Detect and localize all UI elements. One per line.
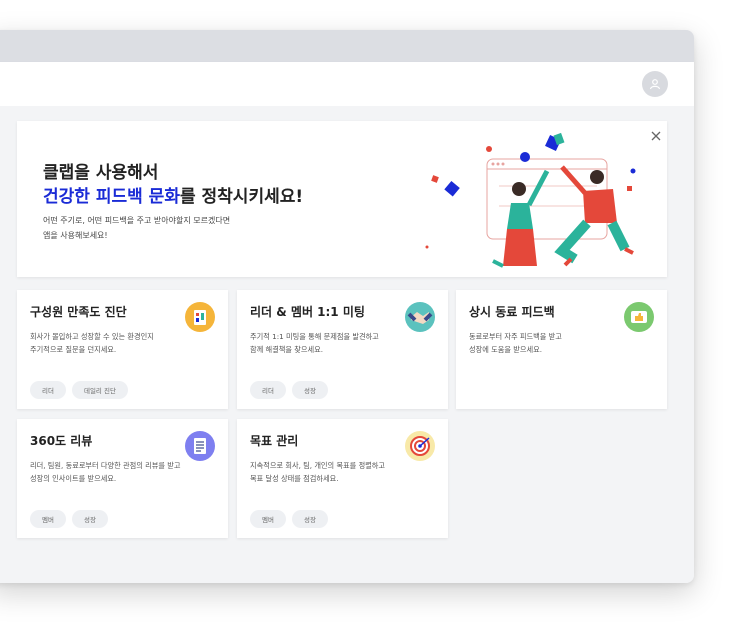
card-desc-line2: 성장에 도움을 받으세요. [469,345,542,354]
tag: 멤버 [30,510,66,528]
celebration-illustration [425,132,636,268]
banner-description: 어떤 주기로, 어떤 피드백을 주고 받아야할지 모르겠다면 앱을 사용해보세요… [43,213,263,243]
banner-title-highlight: 건강한 피드백 문화 [43,187,180,207]
handshake-icon [405,302,435,332]
tag-list: 리더 성장 [250,381,328,399]
card-desc-line1: 주기적 1:1 미팅을 통해 문제점을 발견하고 [250,332,379,341]
card-360-review[interactable]: 360도 리뷰 리더, 팀원, 동료로부터 다양한 관점의 리뷰를 받고 성장의… [17,419,228,538]
card-desc-line1: 동료로부터 자주 피드백을 받고 [469,332,562,341]
card-desc-line2: 함께 해결책을 찾으세요. [250,345,323,354]
tag: 성장 [71,510,108,528]
app-header [0,62,694,106]
tag: 리더 [30,381,66,399]
card-description: 지속적으로 회사, 팀, 개인의 목표를 정렬하고 목표 달성 상태를 점검하세… [250,459,435,485]
banner-title-line1: 클랩을 사용해서 [43,163,159,183]
card-title: 목표 관리 [250,434,299,448]
user-icon [649,79,661,90]
card-title: 360도 리뷰 [30,434,93,448]
promo-banner: 클랩을 사용해서 건강한 피드백 문화를 정착시키세요! 어떤 주기로, 어떤 … [17,121,667,277]
card-peer-feedback[interactable]: 상시 동료 피드백 동료로부터 자주 피드백을 받고 성장에 도움을 받으세요. [456,290,667,409]
banner-desc-line2: 앱을 사용해보세요! [43,231,108,240]
tag: 성장 [291,510,328,528]
banner-title: 클랩을 사용해서 건강한 피드백 문화를 정착시키세요! [43,161,303,209]
card-desc-line1: 회사가 몰입하고 성장할 수 있는 환경인지 [30,332,154,341]
tag: 성장 [291,381,328,399]
card-goal-management[interactable]: 목표 관리 지속적으로 회사, 팀, 개인의 목표를 정렬하고 목표 달성 상태… [237,419,448,538]
avatar[interactable] [642,71,668,97]
card-desc-line2: 성장의 인사이트를 받으세요. [30,474,117,483]
card-description: 리더, 팀원, 동료로부터 다양한 관점의 리뷰를 받고 성장의 인사이트를 받… [30,459,215,485]
tag-list: 멤버 성장 [30,510,108,528]
tag-list: 리더 데일리 진단 [30,381,128,399]
card-one-on-one[interactable]: 리더 & 멤버 1:1 미팅 주기적 1:1 미팅을 통해 문제점을 발견하고 … [237,290,448,409]
tag-list: 멤버 성장 [250,510,328,528]
card-description: 주기적 1:1 미팅을 통해 문제점을 발견하고 함께 해결책을 찾으세요. [250,330,410,356]
survey-icon [185,302,215,332]
close-icon[interactable] [649,129,663,143]
tag: 데일리 진단 [71,381,128,399]
card-title: 리더 & 멤버 1:1 미팅 [250,305,365,319]
card-description: 동료로부터 자주 피드백을 받고 성장에 도움을 받으세요. [469,330,629,356]
window-titlebar [0,30,694,62]
banner-title-rest: 를 정착시키세요! [179,187,304,207]
tag: 멤버 [250,510,286,528]
card-desc-line2: 목표 달성 상태를 점검하세요. [250,474,339,483]
tag: 리더 [250,381,286,399]
document-icon [185,431,215,461]
card-title: 구성원 만족도 진단 [30,305,127,319]
thumbs-up-icon [624,302,654,332]
card-title: 상시 동료 피드백 [469,305,555,319]
card-description: 회사가 몰입하고 성장할 수 있는 환경인지 주기적으로 질문을 던지세요. [30,330,190,356]
target-icon [405,431,435,461]
card-satisfaction-survey[interactable]: 구성원 만족도 진단 회사가 몰입하고 성장할 수 있는 환경인지 주기적으로 … [17,290,228,409]
card-desc-line2: 주기적으로 질문을 던지세요. [30,345,117,354]
banner-desc-line1: 어떤 주기로, 어떤 피드백을 주고 받아야할지 모르겠다면 [43,216,231,225]
